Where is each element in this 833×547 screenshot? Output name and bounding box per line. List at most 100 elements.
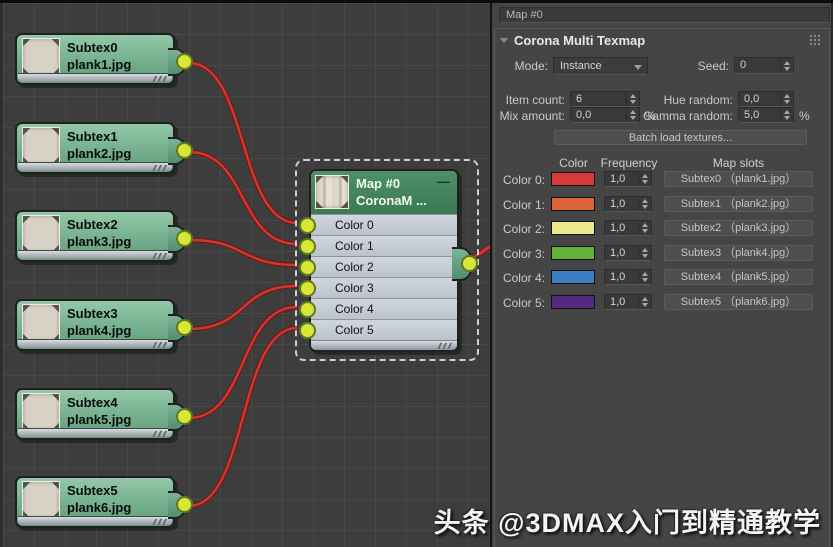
slot-color2[interactable]: Color 2 — [311, 256, 457, 277]
spinner-arrows[interactable] — [626, 93, 638, 105]
rollout-grip-icon[interactable] — [809, 34, 820, 45]
input-socket[interactable] — [299, 322, 316, 339]
slate-material-editor: Subtex0 plank1.jpg Subtex1 plank2.jpg Su… — [0, 0, 833, 547]
slot-label: Color 3 — [335, 281, 374, 295]
slot-color0[interactable]: Color 0 — [311, 214, 457, 235]
output-socket[interactable] — [461, 255, 478, 272]
input-socket[interactable] — [299, 238, 316, 255]
rollout-title[interactable]: Corona Multi Texmap — [514, 33, 645, 48]
map-node-header[interactable]: Map #0 CoronaM ... — — [311, 171, 457, 214]
material-parameter-panel: Map #0 Corona Multi Texmap Mode: Instanc… — [490, 3, 833, 547]
map-slot-button[interactable]: Subtex0 （plank1.jpg） — [664, 171, 813, 187]
seed-field[interactable]: 0 — [734, 57, 794, 74]
node-subtex3[interactable]: Subtex3 plank4.jpg — [15, 299, 175, 351]
slot-color3[interactable]: Color 3 — [311, 277, 457, 298]
node-subtex1[interactable]: Subtex1 plank2.jpg — [15, 122, 175, 174]
frequency-field[interactable]: 1,0 — [604, 220, 652, 236]
row-label: Color 3: — [492, 247, 545, 261]
map-slot-button[interactable]: Subtex4 （plank5.jpg） — [664, 269, 813, 285]
spinner-arrows[interactable] — [780, 93, 792, 105]
mode-dropdown[interactable]: Instance — [553, 57, 648, 75]
output-tab — [168, 403, 186, 431]
spinner-arrows[interactable] — [626, 109, 638, 121]
hue-random-field[interactable]: 0,0 — [738, 91, 794, 107]
output-socket[interactable] — [176, 319, 193, 336]
node-resize-bar[interactable] — [18, 250, 172, 259]
output-socket[interactable] — [176, 53, 193, 70]
output-socket[interactable] — [176, 142, 193, 159]
material-name-field[interactable]: Map #0 — [499, 7, 830, 23]
wire-subtex2-color2[interactable] — [189, 240, 297, 265]
spinner-arrows[interactable] — [638, 247, 650, 259]
node-map0-corona-multi-texmap[interactable]: Map #0 CoronaM ... — Color 0 Color 1 Col… — [309, 169, 459, 352]
spinner-arrows[interactable] — [638, 198, 650, 210]
color-swatch[interactable] — [551, 270, 595, 284]
frequency-field[interactable]: 1,0 — [604, 269, 652, 285]
map-slot-button[interactable]: Subtex1 （plank2.jpg） — [664, 196, 813, 212]
node-title: Subtex1 — [67, 128, 131, 145]
mix-amount-label: Mix amount: — [498, 109, 565, 123]
frequency-field[interactable]: 1,0 — [604, 196, 652, 212]
node-view-canvas[interactable]: Subtex0 plank1.jpg Subtex1 plank2.jpg Su… — [0, 3, 490, 547]
row-label: Color 0: — [492, 173, 545, 187]
output-socket[interactable] — [176, 496, 193, 513]
batch-load-textures-button[interactable]: Batch load textures... — [554, 130, 807, 145]
frequency-value: 1,0 — [610, 222, 625, 234]
slot-color4[interactable]: Color 4 — [311, 298, 457, 319]
texture-thumbnail — [22, 38, 60, 76]
node-resize-bar[interactable] — [18, 162, 172, 171]
input-socket[interactable] — [299, 217, 316, 234]
node-resize-bar[interactable] — [18, 339, 172, 348]
output-socket[interactable] — [176, 230, 193, 247]
node-subtex0[interactable]: Subtex0 plank1.jpg — [15, 33, 175, 85]
item-count-field[interactable]: 6 — [570, 91, 640, 107]
output-socket[interactable] — [176, 408, 193, 425]
spinner-arrows[interactable] — [638, 173, 650, 185]
input-socket[interactable] — [299, 280, 316, 297]
watermark-text: 头条 @3DMAX入门到精通教学 — [434, 501, 821, 540]
node-resize-bar[interactable] — [18, 73, 172, 82]
gamma-random-field[interactable]: 5,0 — [738, 107, 794, 123]
map-node-subtitle: CoronaM ... — [356, 192, 437, 209]
column-header-color: Color — [551, 156, 596, 170]
input-socket[interactable] — [299, 259, 316, 276]
slot-color5[interactable]: Color 5 — [311, 319, 457, 340]
spinner-arrows[interactable] — [780, 59, 792, 72]
spinner-arrows[interactable] — [638, 296, 650, 308]
slot-color1[interactable]: Color 1 — [311, 235, 457, 256]
frequency-field[interactable]: 1,0 — [604, 245, 652, 261]
node-subtex4[interactable]: Subtex4 plank5.jpg — [15, 388, 175, 440]
wire-subtex3-color3[interactable] — [189, 286, 297, 329]
map-slot-button[interactable]: Subtex2 （plank3.jpg） — [664, 220, 813, 236]
wire-subtex4-color4[interactable] — [189, 307, 297, 418]
spinner-arrows[interactable] — [638, 222, 650, 234]
texture-thumbnail — [22, 304, 60, 342]
color-swatch[interactable] — [551, 246, 595, 260]
color-swatch[interactable] — [551, 172, 595, 186]
rollout-collapse-icon[interactable] — [500, 38, 508, 43]
wire-subtex1-color1[interactable] — [189, 152, 297, 244]
map-slot-button[interactable]: Subtex5 （plank6.jpg） — [664, 294, 813, 310]
mix-amount-field[interactable]: 0,0 — [570, 107, 640, 123]
seed-label: Seed: — [672, 59, 729, 73]
frequency-field[interactable]: 1,0 — [604, 171, 652, 187]
node-resize-bar[interactable] — [18, 516, 172, 525]
texture-thumbnail — [22, 481, 60, 519]
node-resize-bar[interactable] — [311, 340, 457, 350]
frequency-value: 1,0 — [610, 247, 625, 259]
frequency-value: 1,0 — [610, 198, 625, 210]
spinner-arrows[interactable] — [780, 109, 792, 121]
minimize-icon[interactable]: — — [437, 171, 457, 189]
resize-grip-icon — [152, 431, 168, 437]
node-subtex5[interactable]: Subtex5 plank6.jpg — [15, 476, 175, 528]
node-subtex2[interactable]: Subtex2 plank3.jpg — [15, 210, 175, 262]
frequency-field[interactable]: 1,0 — [604, 294, 652, 310]
node-resize-bar[interactable] — [18, 428, 172, 437]
color-swatch[interactable] — [551, 197, 595, 211]
color-swatch[interactable] — [551, 295, 595, 309]
map-slot-button[interactable]: Subtex3 （plank4.jpg） — [664, 245, 813, 261]
color-swatch[interactable] — [551, 221, 595, 235]
gamma-random-percent: % — [799, 109, 810, 123]
spinner-arrows[interactable] — [638, 271, 650, 283]
input-socket[interactable] — [299, 301, 316, 318]
